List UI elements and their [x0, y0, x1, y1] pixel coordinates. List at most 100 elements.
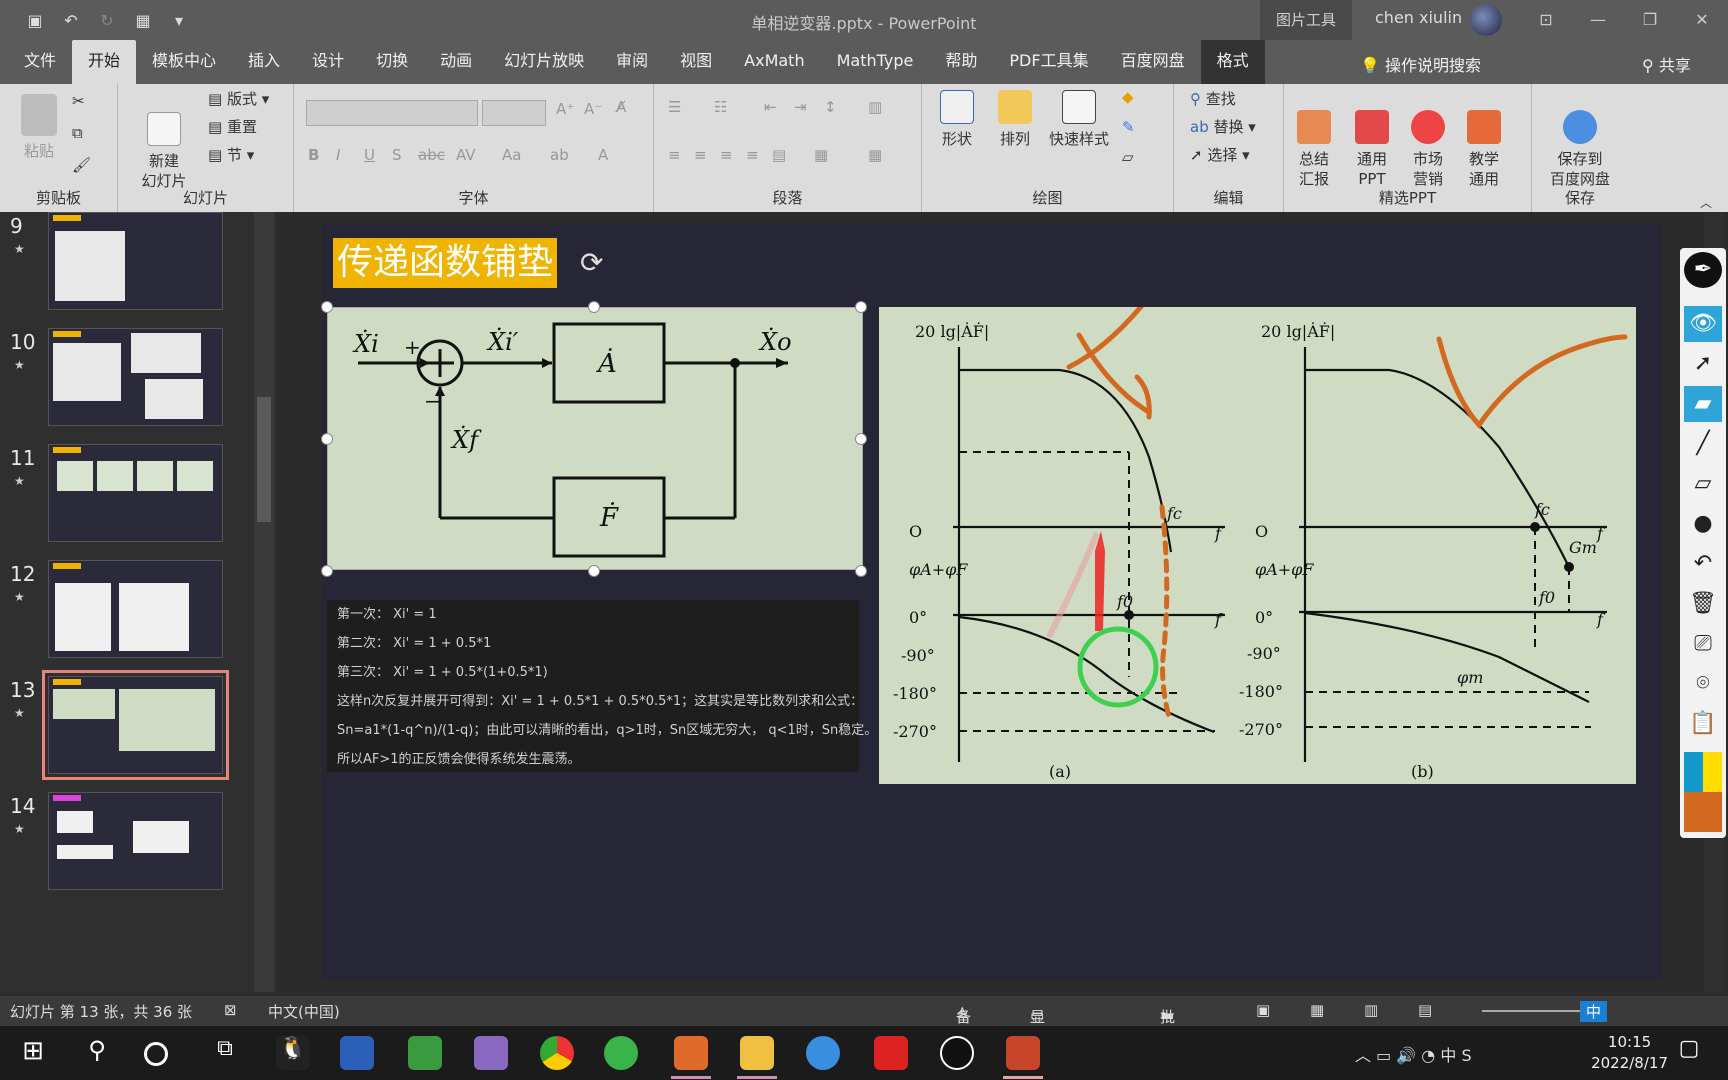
- eye-icon[interactable]: 👁: [1684, 306, 1722, 342]
- chrome-icon[interactable]: [540, 1036, 574, 1070]
- align-left-icon[interactable]: ≡: [668, 146, 681, 164]
- explanation-text-box[interactable]: 第一次： Xi' = 1 第二次： Xi' = 1 + 0.5*1 第三次： X…: [327, 600, 877, 772]
- tab-design[interactable]: 设计: [296, 40, 360, 84]
- font-color-icon[interactable]: A: [598, 146, 608, 164]
- tab-animations[interactable]: 动画: [424, 40, 488, 84]
- customize-qat-icon[interactable]: ▾: [168, 11, 190, 30]
- tab-insert[interactable]: 插入: [232, 40, 296, 84]
- reading-view-icon[interactable]: ▥: [1364, 1001, 1378, 1019]
- resize-handle-sw[interactable]: [321, 565, 333, 577]
- reset-button[interactable]: ▤ 重置: [208, 116, 257, 137]
- resize-handle-s[interactable]: [588, 565, 600, 577]
- minimize-icon[interactable]: —: [1572, 0, 1624, 40]
- slideshow-view-icon[interactable]: ▤: [1418, 1001, 1432, 1019]
- clear-format-icon[interactable]: A̸: [616, 98, 626, 116]
- resize-handle-w[interactable]: [321, 433, 333, 445]
- tab-mathtype[interactable]: MathType: [821, 40, 930, 84]
- dot-size-icon[interactable]: ●: [1684, 506, 1722, 542]
- pen-app-icon[interactable]: [940, 1036, 974, 1070]
- copy-icon[interactable]: ⧉: [72, 124, 83, 142]
- undo-arrow-icon[interactable]: ↶: [1684, 546, 1722, 582]
- tab-view[interactable]: 视图: [664, 40, 728, 84]
- resize-handle-nw[interactable]: [321, 301, 333, 313]
- italic-icon[interactable]: I: [336, 146, 340, 164]
- tab-file[interactable]: 文件: [8, 40, 72, 84]
- smartart-icon[interactable]: ▦: [868, 146, 882, 164]
- shadow-icon[interactable]: S: [392, 146, 402, 164]
- file-explorer-icon[interactable]: [740, 1036, 774, 1070]
- language-status[interactable]: 中文(中国): [268, 1001, 340, 1022]
- collapse-ribbon-icon[interactable]: ︿: [1700, 194, 1712, 211]
- resize-handle-n[interactable]: [588, 301, 600, 313]
- align-center-icon[interactable]: ≡: [694, 146, 707, 164]
- slide-title[interactable]: 传递函数铺垫: [333, 238, 558, 288]
- normal-view-icon[interactable]: ▣: [1256, 1001, 1270, 1019]
- numbering-icon[interactable]: ☷: [714, 98, 727, 116]
- decrease-font-icon[interactable]: A⁻: [584, 100, 602, 118]
- line-pen-icon[interactable]: ╱: [1684, 426, 1722, 462]
- char-spacing-icon[interactable]: AV: [456, 146, 476, 164]
- color-palette-icon[interactable]: [1684, 752, 1722, 792]
- bold-icon[interactable]: B: [308, 146, 319, 164]
- section-button[interactable]: ▤ 节 ▾: [208, 144, 254, 165]
- restore-icon[interactable]: ❐: [1624, 0, 1676, 40]
- camera-icon[interactable]: ⌾: [1684, 666, 1722, 702]
- font-size-select[interactable]: [482, 100, 546, 126]
- change-case-icon[interactable]: Aa: [502, 146, 521, 164]
- layout-button[interactable]: ▤ 版式 ▾: [208, 88, 269, 109]
- task-view-icon[interactable]: ⧉: [208, 1036, 242, 1070]
- resize-handle-ne[interactable]: [855, 301, 867, 313]
- search-icon[interactable]: ⚲: [80, 1036, 114, 1070]
- windows-start-icon[interactable]: ⊞: [16, 1036, 50, 1070]
- rotate-handle-icon[interactable]: ⟳: [580, 246, 603, 279]
- underline-icon[interactable]: U: [364, 146, 375, 164]
- wechat-icon[interactable]: [604, 1036, 638, 1070]
- projector-icon[interactable]: ⎚: [1684, 626, 1722, 662]
- user-name[interactable]: chen xiulin: [1375, 8, 1462, 27]
- trash-icon[interactable]: 🗑: [1684, 586, 1722, 622]
- arrange-button[interactable]: 排列: [994, 90, 1036, 149]
- select-button[interactable]: ➚ 选择 ▾: [1190, 144, 1250, 165]
- tab-help[interactable]: 帮助: [929, 40, 993, 84]
- selected-color-swatch[interactable]: [1684, 792, 1722, 832]
- thumbnail-scrollbar[interactable]: [254, 212, 274, 992]
- replace-button[interactable]: ab 替换 ▾: [1190, 116, 1256, 137]
- tab-transitions[interactable]: 切换: [360, 40, 424, 84]
- pen-tip-icon[interactable]: ✒: [1684, 252, 1722, 288]
- cut-icon[interactable]: ✂: [72, 92, 85, 110]
- align-right-icon[interactable]: ≡: [720, 146, 733, 164]
- quick-styles-button[interactable]: 快速样式: [1044, 90, 1114, 149]
- columns-icon[interactable]: ▥: [868, 98, 882, 116]
- undo-icon[interactable]: ↶: [60, 11, 82, 30]
- matlab-icon[interactable]: [674, 1036, 708, 1070]
- feedback-block-diagram[interactable]: Ẋi + − Ẋi′ Ȧ Ẋo Ẋf Ḟ: [327, 307, 863, 570]
- shape-outline-icon[interactable]: ✎: [1122, 118, 1135, 136]
- tab-format[interactable]: 格式: [1200, 40, 1265, 84]
- format-painter-icon[interactable]: 🖌: [72, 156, 91, 174]
- tab-slideshow[interactable]: 幻灯片放映: [488, 40, 600, 84]
- highlighter-icon[interactable]: ▰: [1684, 386, 1722, 422]
- shape-effects-icon[interactable]: ▱: [1122, 148, 1134, 166]
- paste-button[interactable]: 粘贴: [14, 94, 64, 161]
- resize-handle-se[interactable]: [855, 565, 867, 577]
- bode-plots-image[interactable]: 20 lg|ȦḞ| O f fc φA+φF f0 f 0° -90° -180…: [879, 294, 1636, 784]
- word-icon[interactable]: [340, 1036, 374, 1070]
- strikethrough-icon[interactable]: abc: [418, 146, 445, 164]
- tab-axmath[interactable]: AxMath: [728, 40, 820, 84]
- shapes-button[interactable]: 形状: [936, 90, 978, 149]
- notification-icon[interactable]: ▢: [1672, 1036, 1706, 1070]
- distribute-icon[interactable]: ▤: [772, 146, 786, 164]
- clock[interactable]: 10:15 2022/8/17: [1591, 1032, 1668, 1074]
- cortana-icon[interactable]: [144, 1042, 168, 1066]
- justify-icon[interactable]: ≡: [746, 146, 759, 164]
- pointer-icon[interactable]: ➚: [1684, 346, 1722, 382]
- tab-template-center[interactable]: 模板中心: [136, 40, 232, 84]
- save-icon[interactable]: ▣: [24, 11, 46, 30]
- tab-pdf-tools[interactable]: PDF工具集: [993, 40, 1104, 84]
- increase-indent-icon[interactable]: ⇥: [794, 98, 807, 116]
- powerpoint-icon[interactable]: [1006, 1036, 1040, 1070]
- spellcheck-icon[interactable]: ⊠: [224, 1001, 237, 1019]
- align-text-icon[interactable]: ▦: [814, 146, 828, 164]
- redo-icon[interactable]: ↻: [96, 11, 118, 30]
- slide-sorter-icon[interactable]: ▦: [1310, 1001, 1324, 1019]
